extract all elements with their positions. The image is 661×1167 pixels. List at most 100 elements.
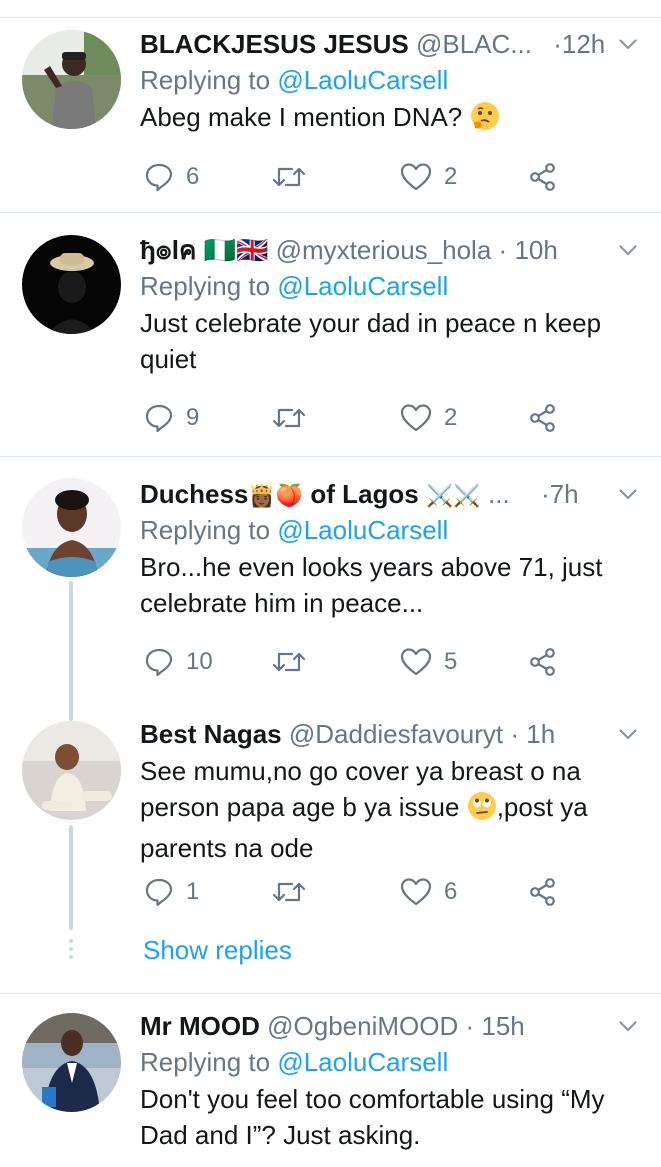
thread-more-dots xyxy=(69,939,73,963)
tweet-header: Mr MOOD @OgbeniMOOD · 15h xyxy=(140,1009,645,1043)
user-handle[interactable]: @OgbeniMOOD xyxy=(267,1011,458,1041)
thread-connector xyxy=(69,581,73,721)
chevron-down-icon[interactable] xyxy=(613,717,643,751)
tweet-actions: 1 6 xyxy=(140,872,570,912)
display-name-end[interactable]: of Lagos xyxy=(310,479,418,509)
retweet-button[interactable] xyxy=(272,872,318,912)
chevron-down-icon[interactable] xyxy=(613,1009,643,1043)
share-button[interactable] xyxy=(528,398,558,438)
eye-roll-face-icon xyxy=(467,791,497,830)
like-button[interactable]: 5 xyxy=(400,642,457,682)
reply-icon xyxy=(145,648,173,677)
tweet-header: ђ๏lค 🇳🇬🇬🇧 @myxterious_hola · 10h xyxy=(140,233,645,267)
mention-link[interactable]: @LaoluCarsell xyxy=(277,65,448,95)
timestamp[interactable]: 15h xyxy=(481,1011,524,1041)
tweet-divider xyxy=(0,456,661,457)
replying-to: Replying to @LaoluCarsell xyxy=(140,61,645,99)
mention-link[interactable]: @LaoluCarsell xyxy=(277,1047,448,1077)
share-icon xyxy=(530,404,555,432)
tweet-actions: 10 5 xyxy=(140,642,570,682)
like-count: 6 xyxy=(444,878,458,905)
name-tail-emojis: ⚔️⚔️ xyxy=(426,483,481,508)
user-handle[interactable]: @Daddiesfavouryt xyxy=(289,719,503,749)
timestamp[interactable]: 12h xyxy=(562,29,605,59)
retweet-button[interactable] xyxy=(272,157,318,197)
display-name[interactable]: ђ๏lค 🇳🇬🇬🇧 xyxy=(140,235,268,265)
mention-link[interactable]: @LaoluCarsell xyxy=(277,271,448,301)
tweet-text: See mumu,no go cover ya breast o na pers… xyxy=(140,753,645,866)
display-name[interactable]: BLACKJESUS JESUS xyxy=(140,29,409,59)
tweet-divider xyxy=(0,212,661,213)
heart-icon xyxy=(400,404,432,432)
chevron-down-icon[interactable] xyxy=(613,477,643,511)
separator: · xyxy=(498,235,508,265)
retweet-icon xyxy=(272,882,306,902)
reply-count: 1 xyxy=(186,878,200,905)
tweet-text-body: Abeg make I mention DNA? xyxy=(140,102,463,132)
tweet-header: Duchess👸🏾🍑 of Lagos ⚔️⚔️ ... ·7h xyxy=(140,477,645,511)
display-name-start[interactable]: Duchess xyxy=(140,479,248,509)
heart-icon xyxy=(400,878,432,906)
heart-icon xyxy=(400,163,432,191)
name-emojis: 👸🏾🍑 xyxy=(248,483,304,508)
avatar[interactable] xyxy=(22,478,121,577)
like-count: 5 xyxy=(444,648,458,675)
replying-to-label: Replying to xyxy=(140,1047,271,1077)
thread-connector xyxy=(69,825,73,930)
thinking-face-icon xyxy=(470,101,500,140)
retweet-button[interactable] xyxy=(272,398,318,438)
tweet-text: Just celebrate your dad in peace n keep … xyxy=(140,308,602,374)
replying-to: Replying to @LaoluCarsell xyxy=(140,1043,645,1081)
reply-count: 6 xyxy=(186,163,200,190)
replying-to: Replying to @LaoluCarsell xyxy=(140,511,645,549)
replying-to-label: Replying to xyxy=(140,515,271,545)
separator: · xyxy=(465,1011,475,1041)
tweet-divider xyxy=(0,993,661,994)
tweet-actions: 6 2 xyxy=(140,157,570,197)
timestamp[interactable]: 10h xyxy=(514,235,557,265)
user-handle[interactable]: @BLAC... xyxy=(416,29,532,59)
share-icon xyxy=(530,648,555,676)
share-button[interactable] xyxy=(528,642,558,682)
avatar[interactable] xyxy=(22,721,121,820)
timestamp[interactable]: 1h xyxy=(526,719,555,749)
reply-icon xyxy=(145,163,173,192)
share-icon xyxy=(530,163,555,191)
timestamp[interactable]: 7h xyxy=(550,479,579,509)
like-count: 2 xyxy=(444,163,458,190)
reply-button[interactable]: 6 xyxy=(144,157,199,197)
avatar[interactable] xyxy=(22,1013,121,1112)
reply-button[interactable]: 10 xyxy=(144,642,213,682)
like-count: 2 xyxy=(444,404,458,431)
top-divider xyxy=(0,17,661,18)
user-handle[interactable]: @myxterious_hola xyxy=(276,235,492,265)
mention-link[interactable]: @LaoluCarsell xyxy=(277,515,448,545)
avatar[interactable] xyxy=(22,235,121,334)
share-button[interactable] xyxy=(528,872,558,912)
share-button[interactable] xyxy=(528,157,558,197)
display-name[interactable]: Mr MOOD xyxy=(140,1011,260,1041)
show-replies-link[interactable]: Show replies xyxy=(143,933,292,967)
tweet-text: Bro...he even looks years above 71, just… xyxy=(140,552,603,618)
chevron-down-icon[interactable] xyxy=(613,27,643,61)
tweet-actions: 9 2 xyxy=(140,398,570,438)
like-button[interactable]: 6 xyxy=(400,872,457,912)
reply-button[interactable]: 1 xyxy=(144,872,199,912)
tweet-header: BLACKJESUS JESUS @BLAC... ·12h xyxy=(140,27,645,61)
replying-to: Replying to @LaoluCarsell xyxy=(140,267,645,305)
like-button[interactable]: 2 xyxy=(400,398,457,438)
avatar[interactable] xyxy=(22,30,121,129)
retweet-button[interactable] xyxy=(272,642,318,682)
display-name[interactable]: Best Nagas xyxy=(140,719,282,749)
chevron-down-icon[interactable] xyxy=(613,233,643,267)
separator: · xyxy=(540,479,550,509)
reply-icon xyxy=(145,404,173,433)
like-button[interactable]: 2 xyxy=(400,157,457,197)
separator: · xyxy=(510,719,520,749)
reply-button[interactable]: 9 xyxy=(144,398,199,438)
replying-to-label: Replying to xyxy=(140,65,271,95)
retweet-icon xyxy=(272,652,306,672)
share-icon xyxy=(530,878,555,906)
replying-to-label: Replying to xyxy=(140,271,271,301)
reply-count: 10 xyxy=(186,648,213,675)
